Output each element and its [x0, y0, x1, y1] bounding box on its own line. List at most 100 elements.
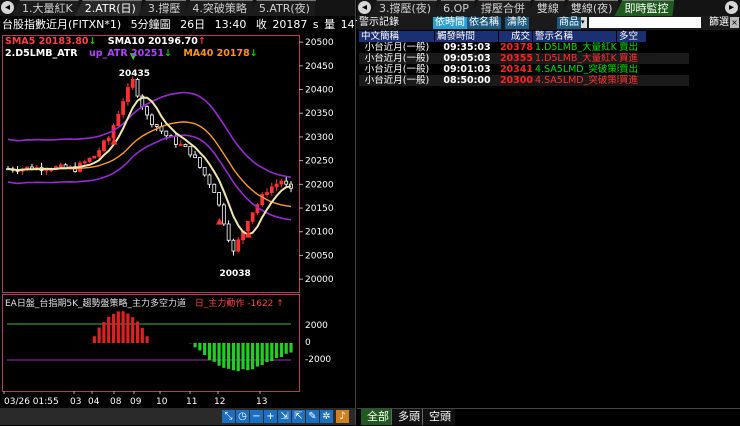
oscillator-bar	[131, 317, 134, 343]
oscillator-bar	[208, 343, 211, 360]
candle-body	[270, 187, 273, 193]
oscillator-title: EA日盤_台指期5K_趨勢盤策略_主力多空力道	[5, 299, 186, 309]
candle-body	[117, 114, 120, 125]
monitor-tab-0[interactable]: 3.撐壓(夜)	[369, 0, 437, 16]
candle-body	[251, 213, 254, 222]
close-icon[interactable]: ×	[730, 17, 739, 28]
alarm-bell-icon[interactable]: ♪	[336, 410, 349, 423]
alert-side-cell: 賣出	[619, 42, 649, 53]
candle-body	[194, 155, 197, 158]
filter-tab-2[interactable]: 空頭	[422, 409, 455, 425]
candle-body	[227, 224, 230, 240]
header-name[interactable]: 中文簡稱	[359, 31, 435, 42]
header-side[interactable]: 多空	[617, 31, 647, 42]
legend-arrow: ↓	[88, 36, 96, 47]
minus-icon[interactable]: −	[250, 410, 263, 423]
expand-icon[interactable]: ⇲	[278, 410, 291, 423]
legend-up-atr: up_ATR 20251↓	[89, 48, 172, 59]
chart-tab-1[interactable]: 2.ATR(日)	[75, 0, 142, 16]
header-alert[interactable]: 警示名稱	[533, 31, 617, 42]
oscillator-bar	[261, 343, 264, 365]
alert-row[interactable]: 小台近月(一般)08:50:00203004.SA5LMD_突破策略買進	[359, 75, 689, 86]
chart-tab-4[interactable]: 5.ATR(夜)	[249, 0, 316, 16]
candle-body	[59, 165, 62, 167]
header-time[interactable]: 觸發時間	[435, 31, 499, 42]
candle-body	[93, 156, 96, 158]
oscillator-bar	[217, 343, 220, 366]
close-suffix: s	[313, 18, 319, 31]
filter-tab-1[interactable]: 多頭	[391, 409, 424, 425]
oscillator-bar	[256, 343, 259, 367]
high-price-label: 20435	[119, 69, 150, 79]
alert-log-title: 警示記錄	[359, 16, 399, 30]
product-dropdown-icon[interactable]: ▾	[581, 17, 587, 28]
candle-body	[83, 162, 86, 163]
up-atr-line	[8, 93, 291, 178]
candle-body	[285, 181, 288, 184]
oscillator-bar	[237, 343, 240, 371]
chart-tab-3[interactable]: 4.突破策略	[182, 0, 253, 16]
legend-label: SMA5	[5, 36, 39, 47]
time-tick-label: 04	[88, 397, 100, 407]
ma40-line	[8, 122, 291, 207]
tab-scroll-left-icon[interactable]: ◂	[358, 1, 371, 14]
monitor-tab-5[interactable]: 即時監控	[614, 0, 674, 16]
oscillator-bar	[222, 343, 225, 368]
alert-row[interactable]: 小台近月(一般)09:01:03203414.SA5LMD_突破策略賣出	[359, 64, 689, 75]
oscillator-bar	[227, 343, 230, 369]
oscillator-bar	[289, 343, 292, 353]
alert-alert-cell: 4.SA5LMD_突破策略	[535, 64, 619, 75]
chart-tab-0[interactable]: 1.大量紅K	[12, 0, 79, 16]
signal-marker: ▲	[111, 136, 118, 146]
tab-scroll-right-icon[interactable]: ▸	[725, 1, 738, 14]
alert-side-cell: 買進	[619, 75, 649, 86]
zoom-in-icon[interactable]: ⤡	[222, 410, 235, 423]
edit-icon[interactable]: ✎	[306, 410, 319, 423]
monitor-tab-1[interactable]: 6.OP	[433, 0, 475, 16]
alert-row[interactable]: 小台近月(一般)09:35:03203781.D5LMB_大量紅K賣出	[359, 42, 689, 53]
filter-button[interactable]: 篩選	[707, 17, 731, 29]
legend-ma40: MA40 20178↓	[183, 48, 257, 59]
settings-icon[interactable]: ✲	[320, 410, 333, 423]
candle-body	[179, 144, 182, 145]
time-axis[interactable]: 03/26 01:550304080910111213	[2, 391, 298, 408]
price-tick-label: 20000	[305, 275, 334, 285]
header-price[interactable]: 成交	[499, 31, 533, 42]
alert-price-cell: 20378	[499, 42, 533, 53]
price-chart-svg: ▲▼▲▲ 20435 20038	[3, 36, 299, 292]
chart-interval[interactable]: 5分鐘圖	[131, 18, 171, 31]
product-search-input[interactable]	[589, 17, 701, 28]
candle-body	[275, 184, 278, 187]
candle-body	[88, 158, 91, 162]
clock-icon[interactable]: ◷	[236, 410, 249, 423]
monitor-tab-bar: ◂ 3.撐壓(夜)6.OP撐壓合併雙線雙線(夜)即時監控 ▸	[357, 0, 740, 17]
sort-by-name-button[interactable]: 依名稱	[467, 17, 501, 29]
oscillator-panel[interactable]: EA日盤_台指期5K_趨勢盤策略_主力多空力道 日_主力動作 -1622 ↑	[2, 294, 300, 392]
monitor-tab-4[interactable]: 雙線(夜)	[561, 0, 619, 16]
alert-name-cell: 小台近月(一般)	[359, 64, 435, 75]
chart-tab-2[interactable]: 3.撐壓	[138, 0, 187, 16]
candle-body	[45, 170, 48, 171]
oscillator-axis[interactable]: 20000-2000	[299, 294, 355, 390]
oscillator-bar	[112, 314, 115, 343]
sma10-line	[8, 98, 291, 235]
clear-button[interactable]: 清除	[505, 17, 529, 29]
sort-by-time-button[interactable]: 依時間	[433, 17, 467, 29]
crosshair-icon[interactable]: +	[264, 410, 277, 423]
tab-scroll-left-icon[interactable]: ◂	[1, 1, 14, 14]
product-button[interactable]: 商品	[557, 17, 581, 29]
main-force-label: 日_主力動作	[195, 299, 245, 309]
filter-tab-0[interactable]: 全部	[361, 409, 393, 425]
candle-body	[232, 240, 235, 251]
legend-arrow: ↓	[250, 48, 258, 59]
alert-row[interactable]: 小台近月(一般)09:05:03203551.D5LMB_大量紅K買進	[359, 53, 689, 64]
monitor-tab-3[interactable]: 雙線	[527, 0, 565, 16]
legend-sma10: SMA10 20196.70↑	[108, 36, 206, 47]
price-chart[interactable]: ▲▼▲▲ 20435 20038 SMA5 20183.80↓ SMA10 20…	[2, 35, 300, 293]
legend-sma5: SMA5 20183.80↓	[5, 36, 96, 47]
monitor-tab-2[interactable]: 撐壓合併	[471, 0, 531, 16]
price-axis[interactable]: 2050020450204002035020300202502020020150…	[299, 35, 355, 291]
price-tick-label: 20200	[305, 180, 334, 190]
collapse-icon[interactable]: ⇱	[292, 410, 305, 423]
price-tick-label: 20100	[305, 228, 334, 238]
